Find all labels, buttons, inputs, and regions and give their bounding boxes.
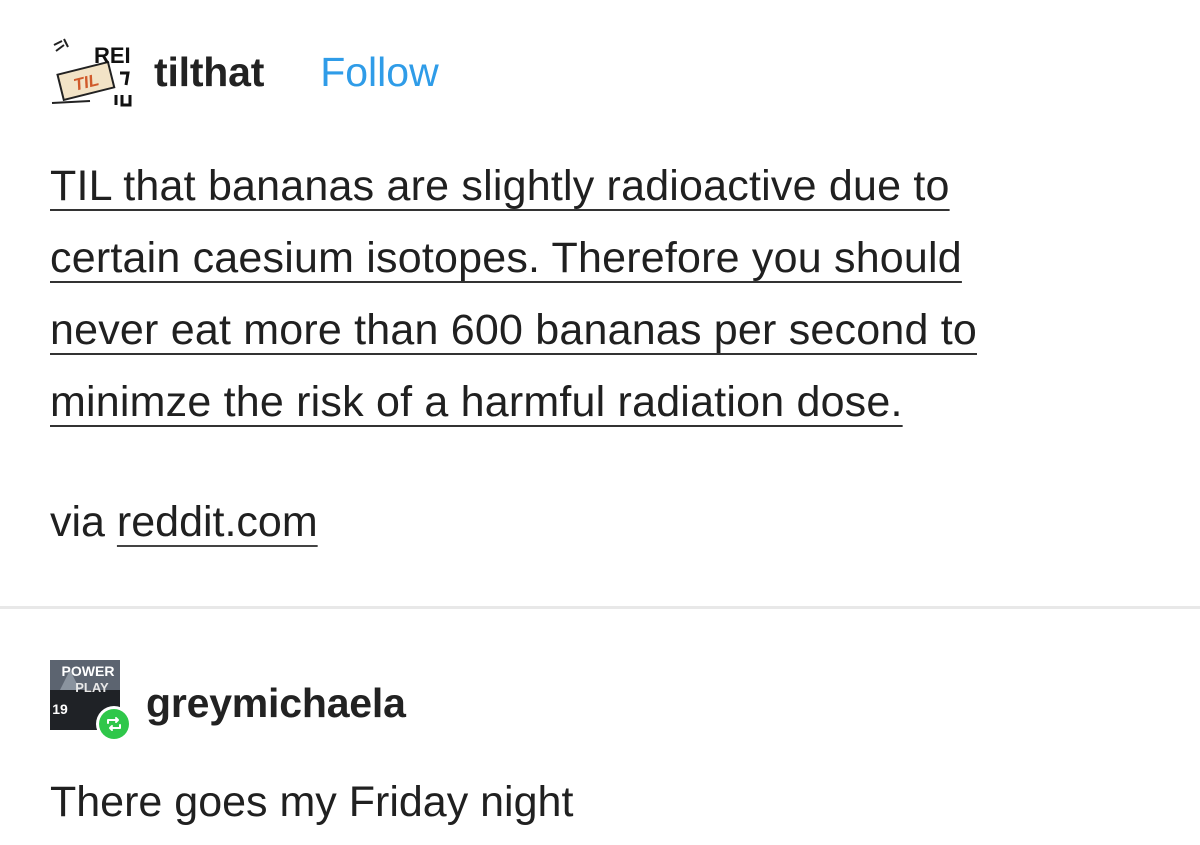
- post-body: TIL that bananas are slightly radioactiv…: [50, 150, 1180, 438]
- source-attribution: via reddit.com: [50, 498, 318, 547]
- avatar-top-text: REI: [94, 43, 131, 68]
- post-body-line[interactable]: minimze the risk of a harmful radiation …: [50, 366, 1180, 438]
- reblog-badge: [96, 706, 132, 742]
- post-divider: [0, 606, 1200, 609]
- username[interactable]: greymichaela: [146, 680, 406, 727]
- post-tilthat: TIL REI tilthat Follow TIL that bananas …: [0, 0, 1200, 608]
- reblog-icon: [107, 717, 121, 731]
- follow-button[interactable]: Follow: [320, 49, 438, 96]
- via-label: via: [50, 498, 105, 546]
- reply-text[interactable]: There goes my Friday night: [50, 778, 573, 827]
- til-reddit-avatar[interactable]: TIL REI: [50, 37, 138, 107]
- post-greymichaela: POWER PLAY 19 greymichaela There goes my…: [0, 610, 1200, 845]
- post-body-line[interactable]: certain caesium isotopes. Therefore you …: [50, 222, 1180, 294]
- avatar-top-text: POWER: [62, 663, 115, 679]
- post-header: POWER PLAY 19 greymichaela: [50, 660, 406, 746]
- avatar-number-text: 19: [52, 701, 68, 717]
- source-link[interactable]: reddit.com: [117, 498, 318, 546]
- power-play-avatar[interactable]: POWER PLAY 19: [50, 660, 132, 746]
- avatar-mid-text: PLAY: [75, 680, 109, 695]
- username[interactable]: tilthat: [154, 49, 264, 96]
- post-header: TIL REI tilthat Follow: [50, 36, 439, 108]
- post-body-line[interactable]: TIL that bananas are slightly radioactiv…: [50, 150, 1180, 222]
- post-body-line[interactable]: never eat more than 600 bananas per seco…: [50, 294, 1180, 366]
- avatar-image: TIL REI: [50, 37, 138, 107]
